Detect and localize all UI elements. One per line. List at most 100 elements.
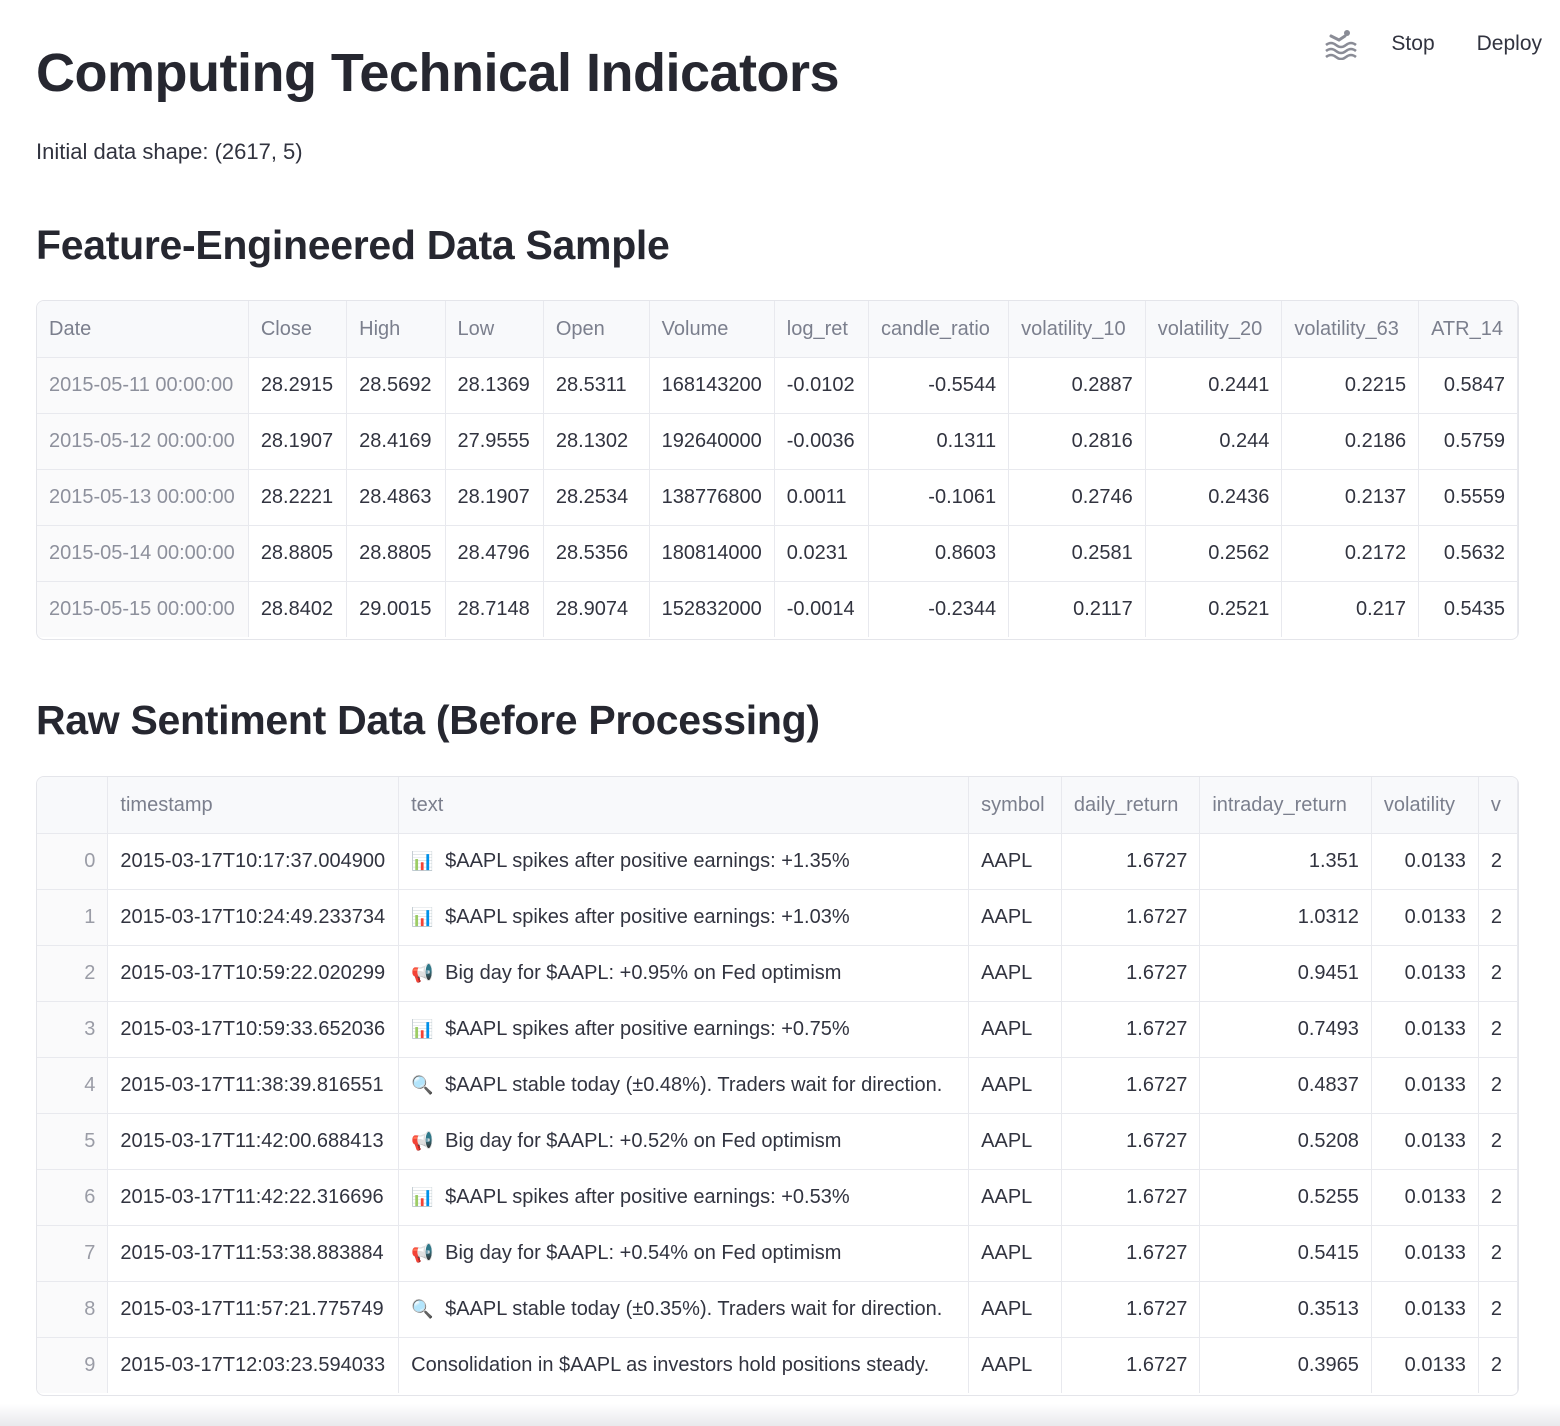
column-header[interactable]: intraday_return bbox=[1199, 777, 1372, 834]
column-header[interactable]: candle_ratio bbox=[868, 301, 1010, 358]
table-row[interactable]: 3 2015-03-17T10:59:33.652036 📊 $AAPL spikes… bbox=[37, 1001, 1518, 1058]
table-row[interactable]: 2015-05-11 00:00:00 28.2915 28.5692 28.1369… bbox=[37, 357, 1518, 414]
data-shape-text: Initial data shape: (2617, 5) bbox=[36, 139, 303, 164]
timestamp-cell: 2015-03-17T11:42:22.316696 bbox=[107, 1169, 400, 1226]
table-row[interactable]: 5 2015-03-17T11:42:00.688413 📢 Big day for … bbox=[37, 1113, 1518, 1170]
symbol-cell: AAPL bbox=[968, 1057, 1062, 1114]
text-value: $AAPL stable today (±0.35%). Traders wai… bbox=[445, 1298, 943, 1320]
column-header[interactable]: volatility_63 bbox=[1281, 301, 1420, 358]
symbol-cell: AAPL bbox=[968, 833, 1062, 890]
column-header[interactable] bbox=[37, 777, 109, 834]
table-cell: 28.2534 bbox=[543, 469, 650, 526]
deploy-button[interactable]: Deploy bbox=[1467, 32, 1552, 56]
table-cell: 0.2581 bbox=[1008, 525, 1146, 582]
intraday-return-cell: 0.5255 bbox=[1199, 1169, 1372, 1226]
text-value: Consolidation in $AAPL as investors hold… bbox=[411, 1354, 930, 1376]
timestamp-cell: 2015-03-17T10:17:37.004900 bbox=[107, 833, 400, 890]
table-cell: 27.9555 bbox=[445, 413, 544, 470]
table-row[interactable]: 4 2015-03-17T11:38:39.816551 🔍 $AAPL stable… bbox=[37, 1057, 1518, 1114]
timestamp-cell: 2015-03-17T10:59:33.652036 bbox=[107, 1001, 400, 1058]
column-header[interactable]: daily_return bbox=[1061, 777, 1201, 834]
truncated-cell: 2 bbox=[1478, 1057, 1518, 1114]
table-cell: 28.4796 bbox=[445, 525, 544, 582]
table-row[interactable]: 9 2015-03-17T12:03:23.594033 Consolidation… bbox=[37, 1337, 1518, 1393]
table-row[interactable]: 1 2015-03-17T10:24:49.233734 📊 $AAPL spikes… bbox=[37, 889, 1518, 946]
text-cell: Consolidation in $AAPL as investors hold… bbox=[398, 1337, 970, 1393]
table-row[interactable]: 2015-05-13 00:00:00 28.2221 28.4863 28.1907… bbox=[37, 469, 1518, 526]
table-cell: -0.2344 bbox=[868, 581, 1010, 637]
column-header[interactable]: Date bbox=[37, 301, 249, 358]
table-cell: 28.8805 bbox=[346, 525, 446, 582]
text-cell: 📢 Big day for $AAPL: +0.95% on Fed optimi… bbox=[398, 945, 970, 1002]
table-cell: 0.2215 bbox=[1281, 357, 1420, 414]
table-row[interactable]: 6 2015-03-17T11:42:22.316696 📊 $AAPL spikes… bbox=[37, 1169, 1518, 1226]
table-cell: -0.0102 bbox=[774, 357, 869, 414]
truncated-cell: 2 bbox=[1478, 945, 1518, 1002]
text-value: $AAPL stable today (±0.48%). Traders wai… bbox=[445, 1074, 943, 1096]
table-cell: 0.2887 bbox=[1008, 357, 1146, 414]
volatility-cell: 0.0133 bbox=[1371, 945, 1479, 1002]
timestamp-cell: 2015-03-17T12:03:23.594033 bbox=[107, 1337, 400, 1393]
sentiment-heading: Raw Sentiment Data (Before Processing) bbox=[36, 697, 820, 743]
table-cell: 0.244 bbox=[1145, 413, 1283, 470]
table-cell: 0.0231 bbox=[774, 525, 869, 582]
column-header[interactable]: text bbox=[398, 777, 970, 834]
sentiment-dataframe[interactable]: timestamp text symbol daily_return intra… bbox=[36, 776, 1519, 1396]
stop-button[interactable]: Stop bbox=[1381, 32, 1444, 56]
column-header[interactable]: Open bbox=[543, 301, 650, 358]
symbol-cell: AAPL bbox=[968, 1169, 1062, 1226]
column-header[interactable]: volatility_20 bbox=[1145, 301, 1283, 358]
column-header[interactable]: timestamp bbox=[107, 777, 400, 834]
daily-return-cell: 1.6727 bbox=[1061, 833, 1201, 890]
table-cell: 0.2746 bbox=[1008, 469, 1146, 526]
column-header[interactable]: Volume bbox=[649, 301, 775, 358]
daily-return-cell: 1.6727 bbox=[1061, 1225, 1201, 1282]
text-cell: 📊 $AAPL spikes after positive earnings: +… bbox=[398, 1001, 970, 1058]
table-cell: 28.2915 bbox=[248, 357, 348, 414]
table-row[interactable]: 0 2015-03-17T10:17:37.004900 📊 $AAPL spikes… bbox=[37, 833, 1518, 890]
table-cell: 28.5311 bbox=[543, 357, 650, 414]
table-row[interactable]: 2 2015-03-17T10:59:22.020299 📢 Big day for … bbox=[37, 945, 1518, 1002]
truncated-cell: 2 bbox=[1478, 1113, 1518, 1170]
column-header[interactable]: symbol bbox=[968, 777, 1062, 834]
row-index: 1 bbox=[37, 889, 109, 946]
daily-return-cell: 1.6727 bbox=[1061, 1169, 1201, 1226]
table-row[interactable]: 2015-05-15 00:00:00 28.8402 29.0015 28.7148… bbox=[37, 581, 1518, 637]
timestamp-cell: 2015-03-17T10:24:49.233734 bbox=[107, 889, 400, 946]
volatility-cell: 0.0133 bbox=[1371, 889, 1479, 946]
table-row[interactable]: 2015-05-12 00:00:00 28.1907 28.4169 27.9555… bbox=[37, 413, 1518, 470]
table-row[interactable]: 2015-05-14 00:00:00 28.8805 28.8805 28.4796… bbox=[37, 525, 1518, 582]
text-cell: 📢 Big day for $AAPL: +0.54% on Fed optimi… bbox=[398, 1225, 970, 1282]
table-cell: 28.5692 bbox=[346, 357, 446, 414]
table-cell: 2015-05-12 00:00:00 bbox=[37, 413, 249, 470]
column-header[interactable]: Low bbox=[445, 301, 544, 358]
column-header[interactable]: volatility bbox=[1371, 777, 1479, 834]
features-dataframe[interactable]: Date Close High Low Open Volume log_ret … bbox=[36, 300, 1519, 640]
truncated-cell: 2 bbox=[1478, 1281, 1518, 1338]
text-cell: 📊 $AAPL spikes after positive earnings: +… bbox=[398, 1169, 970, 1226]
table-cell: 138776800 bbox=[649, 469, 775, 526]
intraday-return-cell: 0.3513 bbox=[1199, 1281, 1372, 1338]
table-cell: -0.0014 bbox=[774, 581, 869, 637]
column-header[interactable]: log_ret bbox=[774, 301, 869, 358]
table-cell: -0.1061 bbox=[868, 469, 1010, 526]
text-value: $AAPL spikes after positive earnings: +1… bbox=[445, 850, 850, 872]
table-cell: 0.2186 bbox=[1281, 413, 1420, 470]
column-header[interactable]: Close bbox=[248, 301, 348, 358]
table-row[interactable]: 8 2015-03-17T11:57:21.775749 🔍 $AAPL stable… bbox=[37, 1281, 1518, 1338]
column-header[interactable]: v bbox=[1478, 777, 1518, 834]
row-index: 7 bbox=[37, 1225, 109, 1282]
symbol-cell: AAPL bbox=[968, 1001, 1062, 1058]
symbol-cell: AAPL bbox=[968, 1225, 1062, 1282]
volatility-cell: 0.0133 bbox=[1371, 1057, 1479, 1114]
magnifier-icon: 🔍 bbox=[411, 1075, 434, 1096]
table-cell: 0.5435 bbox=[1418, 581, 1518, 637]
table-cell: 28.1369 bbox=[445, 357, 544, 414]
column-header[interactable]: High bbox=[346, 301, 446, 358]
table-cell: 0.2816 bbox=[1008, 413, 1146, 470]
table-cell: 28.4169 bbox=[346, 413, 446, 470]
table-row[interactable]: 7 2015-03-17T11:53:38.883884 📢 Big day for … bbox=[37, 1225, 1518, 1282]
column-header[interactable]: ATR_14 bbox=[1418, 301, 1518, 358]
column-header[interactable]: volatility_10 bbox=[1008, 301, 1146, 358]
row-index: 0 bbox=[37, 833, 109, 890]
